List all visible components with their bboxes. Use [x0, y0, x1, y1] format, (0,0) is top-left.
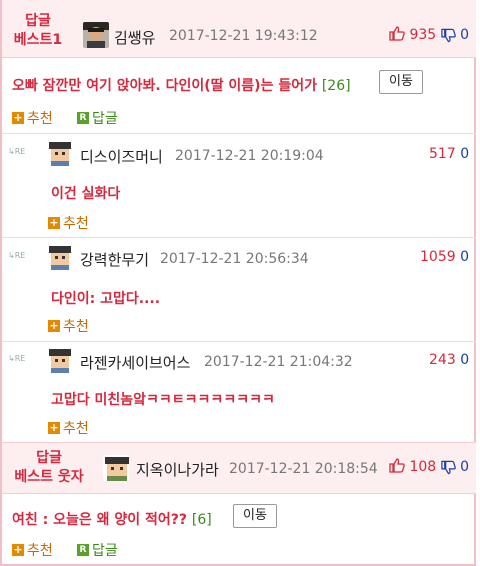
comment-title: 오빠 잠깐만 여기 앉아봐. 다인이(딸 이름)는 들어가 [26] — [12, 75, 351, 95]
re-arrow-icon: ↳RE — [8, 251, 26, 260]
avatar[interactable] — [103, 455, 129, 481]
upvote-count: 935 — [409, 27, 437, 43]
reply-text: 고맙다 미친놈앜ㅋㅋㅌㅋㅋㅋㅋㅋㅋㅋ — [51, 392, 275, 408]
vote-counts: 108 0 — [389, 458, 469, 475]
author-name[interactable]: 디스이즈머니 — [80, 146, 163, 167]
comment-title: 여친 : 오늘은 왜 양이 적어?? [6] — [12, 509, 212, 529]
vote-counts: 935 0 — [389, 26, 469, 43]
author-name[interactable]: 강력한무기 — [80, 249, 149, 270]
downvote-count: 0 — [460, 459, 470, 475]
comment-text: 오빠 잠깐만 여기 앉아봐. 다인이(딸 이름)는 들어가 — [12, 78, 317, 94]
reply-label: 답글 — [92, 111, 118, 127]
recommend-button[interactable]: + 추천 — [48, 213, 89, 233]
recommend-button[interactable]: + 추천 — [48, 418, 89, 438]
author-name[interactable]: 라젠카세이브어스 — [80, 352, 190, 373]
badge-line1: 답글 — [25, 13, 51, 29]
post-date: 2017-12-21 20:56:34 — [160, 251, 309, 267]
pixel-avatar-icon — [47, 244, 73, 270]
plus-icon: + — [12, 543, 24, 556]
author-name[interactable]: 지옥이나가라 — [136, 459, 219, 480]
downvote-count[interactable]: 0 — [460, 352, 469, 368]
recommend-label: 추천 — [63, 421, 89, 437]
upvote-count[interactable]: 243 — [429, 352, 456, 368]
post-date: 2017-12-21 20:18:54 — [229, 461, 378, 477]
post-date: 2017-12-21 21:04:32 — [204, 354, 353, 370]
recommend-label: 추천 — [27, 111, 53, 127]
move-button[interactable]: 이동 — [233, 504, 277, 528]
re-arrow-icon: ↳RE — [8, 354, 26, 363]
divider — [2, 237, 476, 238]
pixel-avatar-icon — [47, 347, 73, 373]
reply-button[interactable]: R 답글 — [77, 108, 118, 128]
badge-line2: 베스트1 — [13, 32, 63, 48]
downvote-count[interactable]: 0 — [460, 146, 469, 162]
recommend-button[interactable]: + 추천 — [12, 540, 53, 560]
avatar[interactable] — [83, 22, 109, 48]
reply-text: 이건 실화다 — [51, 186, 121, 202]
recommend-button[interactable]: + 추천 — [12, 108, 53, 128]
pixel-avatar-icon — [103, 455, 129, 481]
reply-r-icon: R — [77, 112, 89, 124]
vote-counts: 243 0 — [429, 352, 469, 368]
plus-icon: + — [12, 111, 24, 124]
comment-text: 여친 : 오늘은 왜 양이 적어?? — [12, 512, 188, 528]
divider — [2, 133, 476, 134]
reply-count: [26] — [321, 78, 351, 94]
downvote-count[interactable]: 0 — [460, 249, 469, 265]
badge-line2: 베스트 웃자 — [14, 469, 84, 485]
thumb-up-icon[interactable] — [389, 458, 409, 475]
recommend-button[interactable]: + 추천 — [48, 316, 89, 336]
vote-counts: 517 0 — [429, 146, 469, 162]
reply-count: [6] — [191, 512, 212, 528]
upvote-count[interactable]: 1059 — [420, 249, 456, 265]
thumb-up-icon[interactable] — [389, 26, 409, 43]
plus-icon: + — [48, 319, 60, 332]
upvote-count[interactable]: 517 — [429, 146, 456, 162]
post-date: 2017-12-21 19:43:12 — [169, 28, 318, 44]
best-badge: 답글 베스트1 — [8, 12, 68, 50]
badge-line1: 답글 — [36, 450, 62, 466]
recommend-label: 추천 — [63, 319, 89, 335]
plus-icon: + — [48, 421, 60, 434]
post-date: 2017-12-21 20:19:04 — [175, 148, 324, 164]
avatar[interactable] — [47, 244, 73, 270]
plus-icon: + — [48, 216, 60, 229]
divider — [2, 341, 476, 342]
upvote-count: 108 — [409, 459, 437, 475]
reply-label: 답글 — [92, 543, 118, 559]
downvote-count: 0 — [460, 27, 470, 43]
author-name[interactable]: 김쌩유 — [114, 27, 155, 48]
pixel-avatar-icon — [47, 140, 73, 166]
thumb-down-icon[interactable] — [440, 459, 460, 475]
reply-text: 다인이: 고맙다.... — [51, 291, 161, 307]
best-badge: 답글 베스트 웃자 — [8, 449, 90, 487]
avatar[interactable] — [47, 140, 73, 166]
move-button[interactable]: 이동 — [379, 70, 423, 94]
avatar[interactable] — [47, 347, 73, 373]
recommend-label: 추천 — [27, 543, 53, 559]
vote-counts: 1059 0 — [420, 249, 469, 265]
recommend-label: 추천 — [63, 216, 89, 232]
reply-r-icon: R — [77, 544, 89, 556]
thumb-down-icon[interactable] — [440, 27, 460, 43]
re-arrow-icon: ↳RE — [8, 147, 26, 156]
avatar-photo-icon — [83, 22, 109, 48]
reply-button[interactable]: R 답글 — [77, 540, 118, 560]
